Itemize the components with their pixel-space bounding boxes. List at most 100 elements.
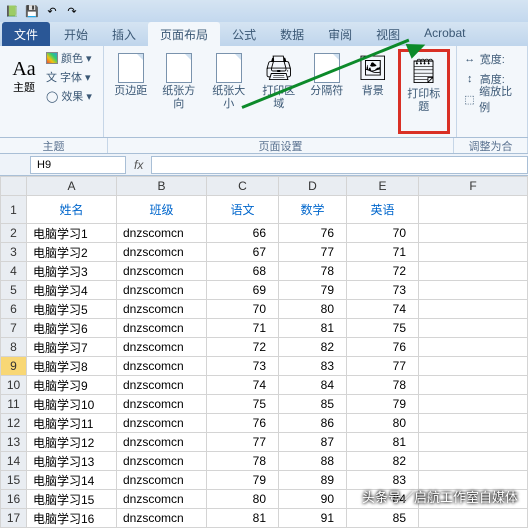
row-header[interactable]: 15	[1, 471, 27, 490]
cell[interactable]: 班级	[117, 196, 207, 224]
cell[interactable]: 83	[279, 357, 347, 376]
cell[interactable]	[419, 262, 528, 281]
cell[interactable]: 81	[207, 509, 279, 528]
cell[interactable]: 67	[207, 243, 279, 262]
cell[interactable]: 81	[347, 433, 419, 452]
row-header[interactable]: 10	[1, 376, 27, 395]
cell[interactable]: 72	[347, 262, 419, 281]
col-F[interactable]: F	[419, 177, 528, 196]
cell[interactable]: dnzscomcn	[117, 262, 207, 281]
theme-effects[interactable]: ◯效果▾	[46, 87, 92, 105]
col-D[interactable]: D	[279, 177, 347, 196]
cell[interactable]: dnzscomcn	[117, 414, 207, 433]
row-header[interactable]: 13	[1, 433, 27, 452]
cell[interactable]: 85	[347, 509, 419, 528]
formula-bar[interactable]	[151, 156, 528, 174]
cell[interactable]: 电脑学习11	[27, 414, 117, 433]
cell[interactable]: 79	[207, 471, 279, 490]
cell[interactable]: 74	[207, 376, 279, 395]
col-C[interactable]: C	[207, 177, 279, 196]
size-button[interactable]: 纸张大小	[206, 49, 252, 134]
cell[interactable]: 80	[207, 490, 279, 509]
cell[interactable]: 85	[279, 395, 347, 414]
tab-home[interactable]: 开始	[52, 22, 100, 46]
tab-data[interactable]: 数据	[268, 22, 316, 46]
row-header[interactable]: 17	[1, 509, 27, 528]
cell[interactable]: 电脑学习9	[27, 376, 117, 395]
row-header[interactable]: 1	[1, 196, 27, 224]
cell[interactable]: 电脑学习13	[27, 452, 117, 471]
cell[interactable]: 电脑学习5	[27, 300, 117, 319]
cell[interactable]: 79	[279, 281, 347, 300]
cell[interactable]: dnzscomcn	[117, 376, 207, 395]
breaks-button[interactable]: 分隔符	[306, 49, 348, 134]
cell[interactable]: 电脑学习10	[27, 395, 117, 414]
cell[interactable]: 电脑学习12	[27, 433, 117, 452]
cell[interactable]: 73	[347, 281, 419, 300]
cell[interactable]: 91	[279, 509, 347, 528]
cell[interactable]: 75	[347, 319, 419, 338]
cell[interactable]: 88	[279, 452, 347, 471]
tab-review[interactable]: 审阅	[316, 22, 364, 46]
cell[interactable]	[419, 224, 528, 243]
cell[interactable]: 电脑学习2	[27, 243, 117, 262]
row-header[interactable]: 11	[1, 395, 27, 414]
scale-ratio[interactable]: ⬚缩放比例	[463, 89, 521, 109]
cell[interactable]: 电脑学习8	[27, 357, 117, 376]
col-A[interactable]: A	[27, 177, 117, 196]
cell[interactable]: dnzscomcn	[117, 243, 207, 262]
theme-fonts[interactable]: 文字体▾	[46, 68, 92, 86]
cell[interactable]	[419, 338, 528, 357]
cell[interactable]: 73	[207, 357, 279, 376]
row-header[interactable]: 6	[1, 300, 27, 319]
cell[interactable]: 电脑学习15	[27, 490, 117, 509]
cell[interactable]: 68	[207, 262, 279, 281]
cell[interactable]: 81	[279, 319, 347, 338]
cell[interactable]: dnzscomcn	[117, 224, 207, 243]
cell[interactable]: 75	[207, 395, 279, 414]
cell[interactable]: dnzscomcn	[117, 395, 207, 414]
cell[interactable]: 69	[207, 281, 279, 300]
grid[interactable]: A B C D E F 1 姓名 班级 语文 数学 英语 2 电脑学习1 dnz…	[0, 176, 528, 528]
cell[interactable]: dnzscomcn	[117, 338, 207, 357]
cell[interactable]: 电脑学习6	[27, 319, 117, 338]
cell[interactable]: 90	[279, 490, 347, 509]
cell[interactable]: 79	[347, 395, 419, 414]
row-header[interactable]: 12	[1, 414, 27, 433]
cell[interactable]	[419, 196, 528, 224]
theme-colors[interactable]: 颜色▾	[46, 49, 92, 67]
cell[interactable]: 76	[207, 414, 279, 433]
cell[interactable]: 数学	[279, 196, 347, 224]
cell[interactable]: 77	[347, 357, 419, 376]
select-all[interactable]	[1, 177, 27, 196]
cell[interactable]: 电脑学习14	[27, 471, 117, 490]
cell[interactable]: 70	[207, 300, 279, 319]
cell[interactable]: 74	[347, 300, 419, 319]
cell[interactable]: 82	[347, 452, 419, 471]
cell[interactable]	[419, 433, 528, 452]
cell[interactable]: 76	[347, 338, 419, 357]
cell[interactable]: 80	[347, 414, 419, 433]
cell[interactable]: dnzscomcn	[117, 452, 207, 471]
cell[interactable]	[419, 300, 528, 319]
cell[interactable]	[419, 357, 528, 376]
cell[interactable]	[419, 281, 528, 300]
cell[interactable]: dnzscomcn	[117, 490, 207, 509]
name-box[interactable]: H9	[30, 156, 126, 174]
cell[interactable]	[419, 243, 528, 262]
undo-icon[interactable]: ↶	[44, 3, 60, 19]
cell[interactable]: 78	[207, 452, 279, 471]
cell[interactable]: dnzscomcn	[117, 509, 207, 528]
margins-button[interactable]: 页边距	[110, 49, 152, 134]
cell[interactable]: 84	[279, 376, 347, 395]
row-header[interactable]: 7	[1, 319, 27, 338]
row-header[interactable]: 16	[1, 490, 27, 509]
redo-icon[interactable]: ↷	[64, 3, 80, 19]
row-header[interactable]: 14	[1, 452, 27, 471]
cell[interactable]	[419, 414, 528, 433]
cell[interactable]: 77	[207, 433, 279, 452]
cell[interactable]: 80	[279, 300, 347, 319]
print-titles-button[interactable]: 🗒打印标题	[398, 49, 450, 134]
cell[interactable]: 71	[347, 243, 419, 262]
cell[interactable]: dnzscomcn	[117, 319, 207, 338]
